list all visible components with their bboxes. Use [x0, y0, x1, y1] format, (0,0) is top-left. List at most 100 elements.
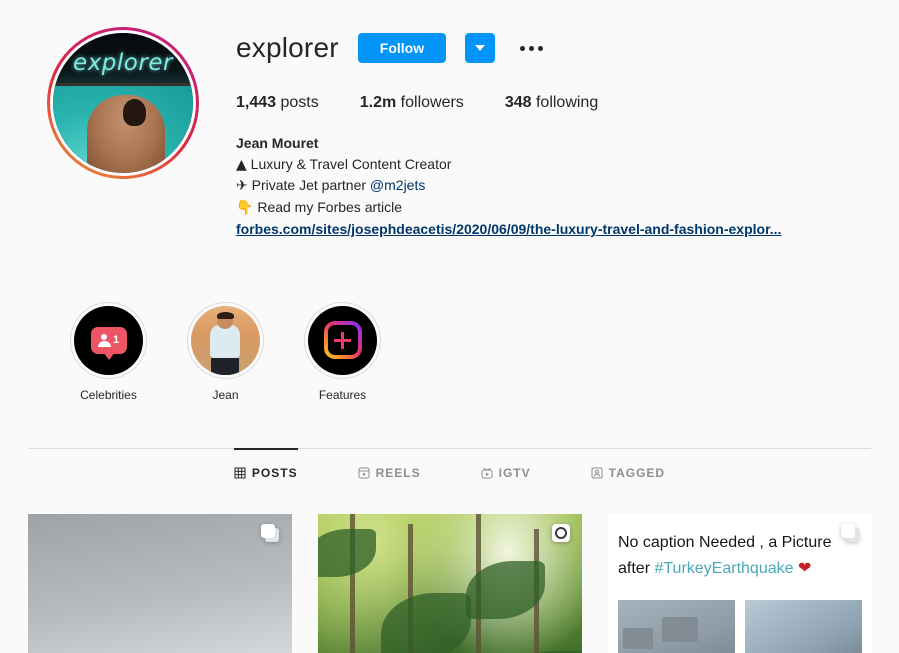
- highlight-jean[interactable]: Jean: [187, 301, 264, 402]
- profile-header: explorer explorer Follow 1,443 posts 1.2…: [0, 0, 899, 240]
- avatar-person: [86, 94, 165, 173]
- dog-photo-right: [745, 599, 862, 653]
- photo-person-shirt: [209, 324, 240, 358]
- bio-line-2: ✈ Private Jet partner @m2jets: [236, 175, 871, 197]
- heart-icon: ❤: [797, 557, 812, 577]
- highlight-circle: 1: [70, 301, 147, 379]
- person-icon: [97, 333, 111, 347]
- tagged-icon: [591, 467, 603, 478]
- follow-button[interactable]: Follow: [357, 33, 447, 63]
- post-type-indicator: [841, 523, 860, 543]
- instagram-profile-page: explorer explorer Follow 1,443 posts 1.2…: [0, 0, 899, 653]
- post-type-indicator: [552, 523, 570, 542]
- post-caption: No caption Needed , a Picture after #Tur…: [608, 514, 872, 581]
- multi-photo-front: [841, 523, 855, 538]
- igtv-icon: [481, 467, 493, 478]
- post-grid: No caption Needed , a Picture after #Tur…: [0, 494, 899, 653]
- foliage: [318, 529, 377, 577]
- post-thumbnail[interactable]: [318, 513, 582, 653]
- highlight-label: Jean: [212, 387, 239, 402]
- caption-photos: [618, 599, 862, 653]
- profile-info: explorer Follow 1,443 posts 1.2m followe…: [206, 20, 871, 240]
- highlight-photo: [191, 305, 260, 375]
- reels-icon: [358, 467, 370, 478]
- bio-external-link[interactable]: forbes.com/sites/josephdeacetis/2020/06/…: [236, 219, 871, 240]
- tab-posts[interactable]: POSTS: [233, 447, 298, 494]
- post-image: [28, 513, 292, 653]
- highlight-cover: [191, 305, 260, 375]
- caption-hashtag: #TurkeyEarthquake: [654, 559, 794, 577]
- stat-followers[interactable]: 1.2m followers: [360, 94, 464, 112]
- highlight-label: Features: [318, 387, 367, 402]
- foliage: [381, 592, 472, 653]
- bio-line-2-text: Private Jet partner: [251, 177, 367, 193]
- caption-line-1: No caption Needed , a Picture: [618, 533, 832, 551]
- highlight-circle: [304, 301, 381, 379]
- rubble: [662, 617, 698, 643]
- bio-mention-link[interactable]: @m2jets: [370, 177, 425, 193]
- ellipsis-icon: [529, 45, 535, 51]
- profile-full-name: Jean Mouret: [236, 135, 319, 151]
- multi-photo-icon: [261, 523, 280, 543]
- stat-posts-value: 1,443: [236, 94, 277, 111]
- profile-avatar[interactable]: explorer: [40, 20, 206, 186]
- rubble: [622, 627, 654, 650]
- photo-person-hair: [216, 311, 234, 320]
- stat-following-value: 348: [504, 94, 532, 111]
- bio-line-3-text: Read my Forbes article: [257, 198, 403, 215]
- multi-photo-front: [261, 523, 275, 538]
- story-highlights: 1 Celebrities Jean Features: [0, 301, 899, 402]
- grid-icon: [234, 467, 246, 478]
- post-image: [318, 513, 582, 653]
- profile-stats: 1,443 posts 1.2m followers 348 following: [236, 94, 871, 112]
- username-row: explorer Follow: [236, 33, 871, 63]
- airplane-icon: ✈: [236, 178, 248, 194]
- stat-posts: 1,443 posts: [236, 94, 319, 112]
- photo-person-pants: [211, 357, 239, 375]
- story-ring-gap: explorer: [50, 30, 196, 176]
- follow-dropdown-button[interactable]: [465, 33, 496, 63]
- highlight-cover: [308, 305, 377, 375]
- post-type-indicator: [261, 523, 280, 543]
- bio-line-3: 👇 Read my Forbes article: [236, 197, 871, 219]
- instagram-plus-icon: [323, 321, 362, 359]
- notification-badge-icon: 1: [90, 326, 127, 360]
- highlight-cover: 1: [74, 305, 143, 375]
- highlight-features[interactable]: Features: [304, 301, 381, 402]
- ellipsis-icon: [520, 45, 526, 51]
- more-options-button[interactable]: [516, 40, 547, 57]
- profile-tabs: POSTS REELS IGTV TAGGED: [0, 447, 899, 494]
- tab-reels-label: REELS: [375, 465, 421, 480]
- avatar-person-head: [122, 99, 147, 126]
- stat-posts-label: posts: [280, 94, 319, 111]
- badge-count: 1: [112, 334, 120, 346]
- chevron-down-icon: [475, 45, 486, 51]
- profile-bio: Jean Mouret ▲ Luxury & Travel Content Cr…: [236, 133, 871, 240]
- dog-photo-left: [618, 599, 735, 653]
- tab-igtv[interactable]: IGTV: [481, 448, 531, 494]
- caption-line-2: after: [618, 559, 651, 577]
- bio-line-1: ▲ Luxury & Travel Content Creator: [236, 154, 871, 176]
- tab-posts-label: POSTS: [251, 465, 298, 480]
- multi-photo-icon: [841, 523, 860, 543]
- video-icon: [552, 523, 570, 542]
- pointing-down-icon: 👇: [236, 199, 254, 216]
- stat-following-label: following: [535, 94, 599, 111]
- triangle-icon: ▲: [236, 156, 247, 173]
- tab-tagged[interactable]: TAGGED: [591, 448, 665, 494]
- stat-followers-label: followers: [400, 94, 464, 111]
- tab-tagged-label: TAGGED: [608, 465, 666, 480]
- stat-following[interactable]: 348 following: [505, 94, 598, 112]
- post-thumbnail[interactable]: No caption Needed , a Picture after #Tur…: [608, 513, 872, 653]
- stat-followers-value: 1.2m: [359, 94, 397, 111]
- post-image: No caption Needed , a Picture after #Tur…: [608, 513, 872, 653]
- highlight-label: Celebrities: [80, 387, 137, 402]
- avatar-image: explorer: [53, 33, 193, 173]
- avatar-overlay-text: explorer: [73, 49, 173, 76]
- highlight-celebrities[interactable]: 1 Celebrities: [70, 301, 147, 402]
- tab-reels[interactable]: REELS: [358, 448, 421, 494]
- plus-icon: [334, 331, 351, 349]
- page-title: explorer: [236, 32, 339, 63]
- post-thumbnail[interactable]: [28, 513, 292, 653]
- story-ring: explorer: [47, 27, 199, 179]
